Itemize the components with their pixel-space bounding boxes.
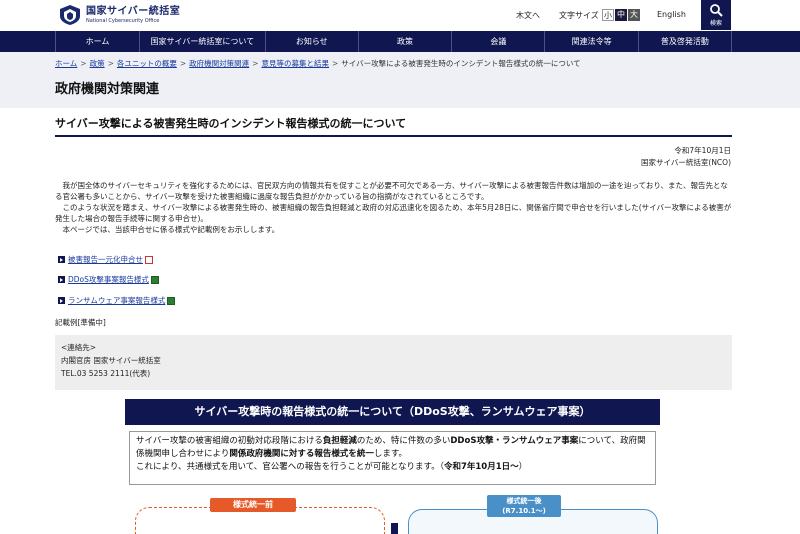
page-title: サイバー攻撃による被害発生時のインシデント報告様式の統一について	[55, 115, 732, 137]
body-paragraph: 我が国全体のサイバーセキュリティを強化するためには、官民双方向の情報共有を促すこ…	[55, 181, 728, 201]
arrow-icon	[58, 276, 65, 283]
doc-link-agreement[interactable]: 被害報告一元化申合せ	[58, 254, 153, 265]
global-nav: ホーム 国家サイバー統括室について お知らせ 政策 会議 関連法令等 普及啓発活…	[0, 31, 800, 52]
publisher-org: 国家サイバー統括室(NCO)	[641, 158, 731, 167]
after-label: 様式統一後 (R7.10.1〜)	[487, 495, 561, 517]
breadcrumb: ホーム > 政策 > 各ユニットの概要 > 政府機関対策関連 > 意見等の募集と結果 > サイバー攻…	[55, 59, 581, 68]
doc-link-ransomware[interactable]: ランサムウェア事案報告様式	[58, 295, 176, 306]
english-link[interactable]: English	[657, 10, 686, 19]
text-size-large-button[interactable]: 大	[628, 9, 640, 21]
nav-item-home[interactable]: ホーム	[55, 31, 139, 52]
body-paragraph: 本ページでは、当該申合せに係る様式や記載例をお示しします。	[62, 225, 280, 234]
doc-link-label[interactable]: 被害報告一元化申合せ	[68, 254, 143, 265]
logo-en: National Cybersecurity Office	[86, 17, 160, 24]
breadcrumb-policy[interactable]: 政策	[90, 59, 105, 68]
skip-to-content-link[interactable]: 木文へ	[516, 10, 540, 21]
contact-org: 内閣官房 国家サイバー統括室	[61, 356, 161, 365]
building-icon	[391, 523, 398, 534]
examples-note: 記載例[準備中]	[55, 318, 106, 327]
contact-title: <連絡先>	[61, 343, 97, 352]
pdf-icon	[145, 255, 153, 264]
search-label: 検索	[709, 20, 722, 27]
before-label: 様式統一前	[210, 498, 296, 512]
nav-items: ホーム 国家サイバー統括室について お知らせ 政策 会議 関連法令等 普及啓発活…	[55, 31, 733, 52]
doc-link-label[interactable]: ランサムウェア事案報告様式	[68, 295, 165, 306]
logo-jp: 国家サイバー統括室	[86, 5, 181, 17]
doc-link-ddos[interactable]: DDoS攻撃事案報告様式	[58, 274, 159, 285]
body-paragraph: このような状況を踏まえ、サイバー攻撃による被害発生時の、被害組織の報告負担軽減と…	[55, 203, 732, 223]
breadcrumb-home[interactable]: ホーム	[55, 59, 77, 68]
logo-text: 国家サイバー統括室 National Cybersecurity Office	[86, 6, 180, 25]
search-icon	[710, 4, 723, 17]
publish-date: 令和7年10月1日	[674, 146, 731, 155]
nav-item-news[interactable]: お知らせ	[264, 31, 358, 52]
body-text: 我が国全体のサイバーセキュリティを強化するためには、官民双方向の情報共有を促すこ…	[55, 180, 732, 235]
breadcrumb-gov-measures[interactable]: 政府機関対策関連	[189, 59, 249, 68]
arrow-icon	[58, 297, 65, 304]
breadcrumb-current: サイバー攻撃による被害発生時のインシデント報告様式の統一について	[341, 59, 581, 68]
infographic: サイバー攻撃時の報告様式の統一について（DDoS攻撃、ランサムウェア事案） サイ…	[125, 399, 660, 534]
infographic-title: サイバー攻撃時の報告様式の統一について（DDoS攻撃、ランサムウェア事案）	[125, 399, 660, 425]
site-logo[interactable]: 国家サイバー統括室 National Cybersecurity Office	[58, 4, 180, 26]
breadcrumb-units[interactable]: 各ユニットの概要	[117, 59, 177, 68]
nav-item-meetings[interactable]: 会議	[451, 31, 544, 52]
site-header: 国家サイバー統括室 National Cybersecurity Office …	[0, 0, 800, 31]
date-block: 令和7年10月1日 国家サイバー統括室(NCO)	[641, 145, 731, 169]
excel-icon	[150, 275, 159, 284]
contact-box: <連絡先> 内閣官房 国家サイバー統括室 TEL.03 5253 2111(代表…	[55, 335, 732, 390]
text-size-medium-button[interactable]: 中	[615, 9, 627, 21]
text-size-small-button[interactable]: 小	[602, 9, 614, 21]
search-button[interactable]: 検索	[701, 0, 731, 30]
contact-tel: TEL.03 5253 2111(代表)	[61, 369, 151, 378]
section-title: 政府機関対策関連	[55, 82, 160, 97]
arrow-icon	[58, 256, 65, 263]
breadcrumb-comments[interactable]: 意見等の募集と結果	[261, 59, 329, 68]
doc-link-label[interactable]: DDoS攻撃事案報告様式	[68, 274, 149, 285]
nav-item-awareness[interactable]: 普及啓発活動	[637, 31, 733, 52]
excel-icon	[167, 296, 176, 305]
nav-item-policy[interactable]: 政策	[357, 31, 451, 52]
nav-item-laws[interactable]: 関連法令等	[544, 31, 637, 52]
nav-item-about[interactable]: 国家サイバー統括室について	[139, 31, 265, 52]
emblem-icon	[60, 5, 80, 25]
infographic-summary: サイバー攻撃の被害組織の初動対応段階における負担軽減のため、特に件数の多いDDo…	[129, 431, 656, 485]
text-size-label: 文字サイズ	[559, 11, 599, 20]
